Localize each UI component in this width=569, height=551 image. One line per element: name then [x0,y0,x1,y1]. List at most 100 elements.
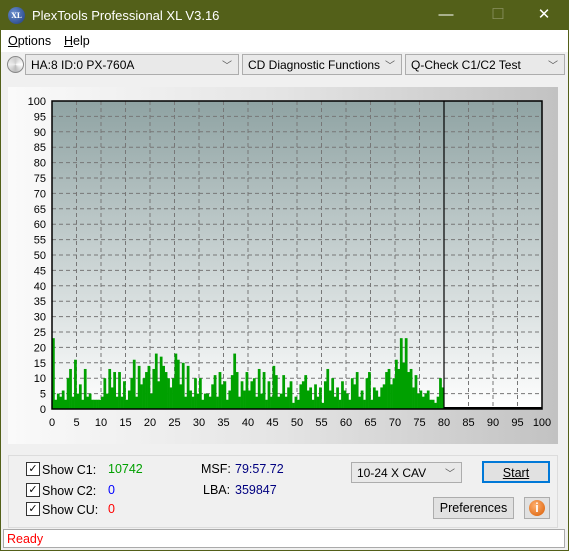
menu-help[interactable]: Help [64,34,90,48]
c1-bar [417,393,420,409]
y-tick-label: 65 [34,204,46,216]
c1-bar [333,396,337,409]
c1-bar [338,399,342,409]
minimize-button[interactable]: — [431,4,461,26]
c1-bar [211,384,214,409]
toolbar: HA:8 ID:0 PX-760A ﹀ CD Diagnostic Functio… [1,52,568,78]
c1-bar [392,378,396,409]
chevron-down-icon: ﹀ [548,61,558,72]
show-cu-checkbox[interactable]: ✓ [26,502,40,516]
chevron-down-icon: ﹀ [385,61,395,72]
y-tick-label: 20 [34,342,46,354]
c1-bar [326,368,330,409]
c1-bar [115,396,119,409]
x-tick-label: 65 [364,417,376,429]
c1-bar [238,396,241,409]
maximize-button[interactable]: ☐ [483,4,513,26]
c1-bar [64,399,67,409]
y-tick-label: 10 [34,373,46,385]
x-tick-label: 85 [462,417,474,429]
c1-bar [301,381,305,409]
menu-options[interactable]: Options [8,34,51,48]
c1-bar [167,378,170,409]
c1-bar [93,399,97,409]
c1-bar [284,396,288,409]
c1-bar [206,393,210,409]
c1-bar [130,378,134,409]
c1-bar [245,372,249,409]
c1-bar [294,396,298,409]
show-c2-checkbox[interactable]: ✓ [26,483,40,497]
y-tick-label: 70 [34,188,46,200]
c1-bar [235,372,239,409]
show-c1-checkbox[interactable]: ✓ [26,462,40,476]
c1-bar [414,375,418,409]
c1-bar [439,378,442,409]
c1-bar [370,399,374,409]
cu-count: 0 [108,502,115,516]
results-panel: ✓ Show C1: 10742 ✓ Show C2: 0 ✓ Show CU:… [8,455,558,528]
c1-bar [380,387,384,409]
c1-bar [348,399,352,409]
c1-bar [59,396,63,409]
y-tick-label: 45 [34,265,46,277]
c1-bar [71,396,75,409]
function-select[interactable]: CD Diagnostic Functions ﹀ [242,54,402,75]
c1-bar [152,368,156,409]
test-select[interactable]: Q-Check C1/C2 Test ﹀ [405,54,565,75]
title-bar: XL PlexTools Professional XL V3.16 — ☐ ✕ [1,0,568,30]
c1-bar [150,393,153,409]
c1-bar [350,378,354,409]
c1-bar [103,378,107,409]
x-tick-label: 0 [49,417,55,429]
start-button[interactable]: Start [482,461,550,483]
c1-bar [387,368,391,409]
c1-bar [399,338,403,409]
c1-bar [343,390,347,409]
c1-bar [407,372,410,409]
c1-bar [412,387,415,409]
c1-bar [201,399,205,409]
c1-bar [164,372,168,409]
c1-bar [372,387,376,409]
c1-bar [434,402,437,409]
info-button[interactable]: i [524,497,550,519]
preferences-button[interactable]: Preferences [433,497,514,519]
c1-bar [265,399,268,409]
y-tick-label: 95 [34,111,46,123]
close-button[interactable]: ✕ [529,4,559,26]
c1-bar [426,390,430,409]
show-c1-label: Show C1: [42,463,97,477]
c1-bar [228,390,232,409]
c1-bar [319,387,322,409]
c1-bar [142,378,146,409]
drive-select[interactable]: HA:8 ID:0 PX-760A ﹀ [25,54,239,75]
c1-bar [54,399,58,409]
x-tick-label: 80 [438,417,450,429]
msf-label: MSF: [201,462,231,476]
x-tick-label: 50 [291,417,303,429]
c1-bar [377,396,381,409]
c1-bar [424,393,428,409]
c1-bar [358,396,361,409]
c1-bar [306,390,310,409]
c1-bar [223,381,227,409]
c2-count: 0 [108,483,115,497]
x-tick-label: 45 [266,417,278,429]
c1-bar [243,390,246,409]
c1-bar [233,353,237,409]
x-tick-label: 35 [217,417,229,429]
speed-select[interactable]: 10-24 X CAV ﹀ [351,462,462,483]
c1-bar [191,396,195,409]
c1-bar [108,368,112,409]
c1-bar [240,381,244,409]
c1-bar [402,362,406,409]
c1-bar [105,393,109,409]
c1-bar [397,368,401,409]
lba-value: 359847 [235,483,277,497]
c1-bar [299,384,303,409]
disc-icon [7,56,24,73]
window-title: PlexTools Professional XL V3.16 [32,8,220,23]
c1-bar [123,381,126,409]
c1-bar [98,399,102,409]
